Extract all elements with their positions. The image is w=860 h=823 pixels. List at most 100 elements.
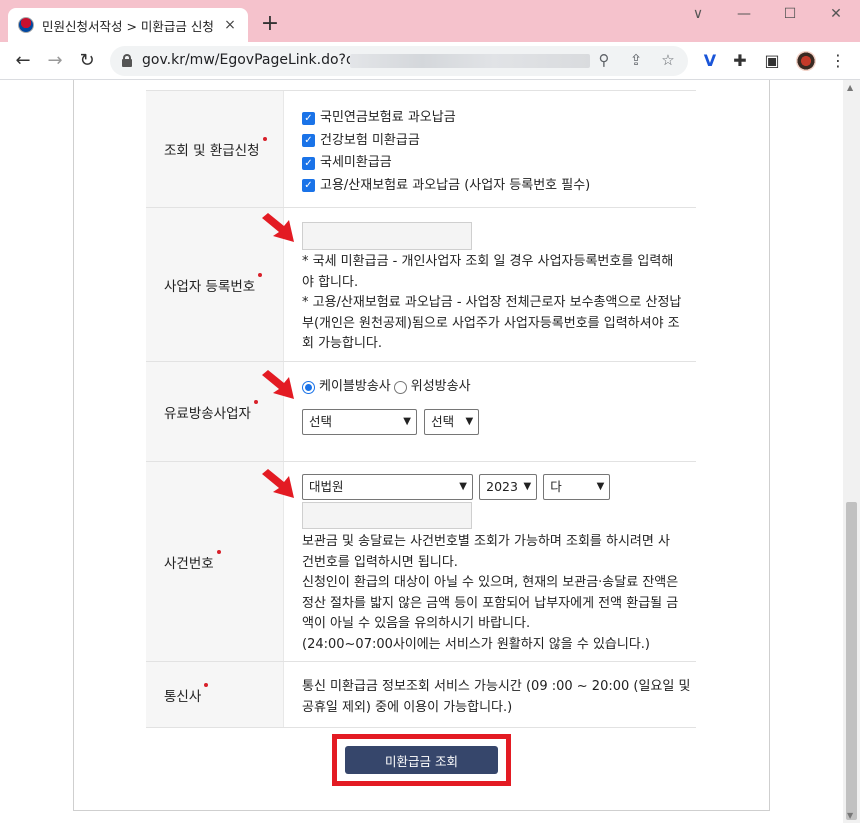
checkbox-option[interactable]: ✓ 건강보험 미환급금 (302, 130, 696, 153)
note-line: 신청인이 환급의 대상이 아닐 수 있으며, 현재의 보관금·송달료 잔액은 (302, 575, 679, 590)
check-icon[interactable]: ✓ (302, 111, 315, 125)
note-line: 회 가능합니다. (302, 336, 383, 351)
reload-icon[interactable]: ↻ (76, 50, 98, 72)
checkbox-label: 국세미환급금 (320, 155, 392, 170)
required-dot (253, 399, 258, 404)
required-dot (216, 549, 221, 554)
row-telecom: 통신사 통신 미환급금 정보조회 서비스 가능시간 (09 :00 ~ 20:0… (146, 662, 696, 728)
annotation-arrow-icon (262, 370, 294, 399)
chevron-down-icon: ▼ (459, 480, 467, 492)
select-value: 다 (550, 478, 562, 494)
case-number-label: 사건번호 (164, 555, 214, 572)
scroll-up-icon[interactable]: ▲ (847, 83, 853, 92)
year-select[interactable]: 2023 ▼ (479, 474, 538, 500)
select-value: 대법원 (309, 478, 344, 494)
note-line: 액이 아닐 수 있음을 유의하시기 바랍니다. (302, 616, 531, 631)
select-value: 2023 (486, 478, 518, 494)
minimize-button[interactable]: — (732, 6, 756, 22)
page-viewport: 조회 및 환급신청 ✓ 국민연금보험료 과오납금 ✓ 건강보험 미환급금 ✓ 국… (0, 80, 843, 823)
court-select[interactable]: 대법원 ▼ (302, 474, 473, 500)
case-type-select[interactable]: 다 ▼ (543, 474, 611, 500)
checkbox-label: 국민연금보험료 과오납금 (320, 110, 456, 125)
chevron-down-icon: ▼ (403, 415, 411, 427)
refund-lookup-button[interactable]: 미환급금 조회 (345, 746, 498, 774)
close-window-button[interactable]: ✕ (824, 6, 848, 22)
note-line: * 국세 미환급금 - 개인사업자 조회 일 경우 사업자등록번호를 입력해 (302, 254, 674, 269)
back-arrow-icon[interactable]: ← (12, 50, 34, 72)
side-panel-icon[interactable]: ▣ (762, 51, 782, 70)
broadcaster-select-1[interactable]: 선택 ▼ (302, 409, 417, 435)
note-line: * 고용/산재보험료 과오납금 - 사업장 전체근로자 보수총액으로 산정납 (302, 295, 682, 310)
address-bar[interactable]: gov.kr/mw/EgovPageLink.do?q= ⚲ ⇪ ☆ (110, 46, 688, 76)
annotation-arrow-icon (262, 469, 294, 498)
select-value: 선택 (309, 413, 333, 429)
note-line: (24:00~07:00사이에는 서비스가 원활하지 않을 수 있습니다.) (302, 636, 650, 652)
url-text[interactable]: gov.kr/mw/EgovPageLink.do?q= (142, 52, 367, 68)
row-label: 통신사 (146, 662, 284, 727)
row-business-number: 사업자 등록번호 * 국세 미환급금 - 개인사업자 조회 일 경우 사업자등록… (146, 208, 696, 362)
checkbox-option[interactable]: ✓ 국민연금보험료 과오납금 (302, 107, 696, 130)
cable-radio[interactable] (302, 380, 315, 394)
forward-arrow-icon[interactable]: → (44, 50, 66, 72)
gov-favicon-icon (18, 17, 34, 33)
note-line: 건번호를 입력하시면 됩니다. (302, 554, 458, 570)
case-number-input[interactable] (302, 502, 472, 529)
business-number-content: * 국세 미환급금 - 개인사업자 조회 일 경우 사업자등록번호를 입력해 야… (302, 208, 696, 361)
puzzle-icon[interactable]: ✚ (730, 51, 750, 70)
case-number-content: 대법원 ▼ 2023 ▼ 다 ▼ 보관금 및 송달료는 사건번호별 조회가 가능하며 … (302, 462, 696, 661)
checkbox-option[interactable]: ✓ 국세미환급금 (302, 152, 696, 175)
check-icon[interactable]: ✓ (302, 134, 315, 148)
radio-label[interactable]: 케이블방송사 (319, 377, 391, 398)
check-icon[interactable]: ✓ (302, 156, 315, 170)
refund-request-label: 조회 및 환급신청 (164, 143, 260, 159)
broadcaster-select-2[interactable]: 선택 ▼ (424, 409, 480, 435)
browser-tab[interactable]: 민원신청서작성 > 미환급금 신청 × (8, 8, 248, 42)
menu-icon[interactable]: ⋮ (828, 51, 848, 70)
business-number-input[interactable] (302, 222, 472, 250)
row-case-number: 사건번호 대법원 ▼ 2023 ▼ 다 ▼ 보관금 및 송달료는 사건번호별 조회가 … (146, 462, 696, 662)
broadcaster-radio-group: 케이블방송사 위성방송사 (302, 377, 696, 397)
scroll-down-icon[interactable]: ▼ (847, 811, 853, 820)
note-line: 정산 절차를 밟지 않은 금액 등이 포함되어 납부자에게 전액 환급될 금 (302, 595, 679, 611)
broadcaster-selects: 선택 ▼ 선택 ▼ (302, 409, 696, 435)
radio-label[interactable]: 위성방송사 (411, 377, 471, 398)
new-tab-button[interactable]: + (258, 12, 282, 36)
checkbox-label: 건강보험 미환급금 (320, 132, 420, 148)
satellite-radio[interactable] (393, 380, 407, 394)
annotation-arrow-icon (262, 213, 294, 242)
maximize-button[interactable]: ☐ (778, 6, 802, 22)
note-line: 보관금 및 송달료는 사건번호별 조회가 가능하며 조회를 하시려면 사 (302, 534, 670, 549)
required-dot (204, 682, 209, 687)
lock-icon[interactable] (122, 54, 132, 67)
checkbox-option[interactable]: ✓ 고용/산재보험료 과오납금 (사업자 등록번호 필수) (302, 175, 696, 198)
broadcaster-label: 유료방송사업자 (164, 405, 251, 422)
tab-search-chevron-icon[interactable]: ∨ (686, 6, 710, 22)
zoom-icon[interactable]: ⚲ (594, 51, 614, 69)
select-value: 선택 (431, 413, 455, 429)
scroll-thumb[interactable] (846, 502, 857, 820)
row-broadcaster: 유료방송사업자 케이블방송사 위성방송사 선택 ▼ 선택 ▼ (146, 362, 696, 462)
tab-strip: 민원신청서작성 > 미환급금 신청 × + ∨ — ☐ ✕ (0, 0, 860, 42)
case-selects: 대법원 ▼ 2023 ▼ 다 ▼ (302, 474, 696, 500)
check-icon[interactable]: ✓ (302, 179, 315, 193)
profile-avatar[interactable] (796, 51, 816, 71)
note-line: 통신 미환급금 정보조회 서비스 가능시간 (09 :00 ~ 20:00 (일… (302, 679, 691, 694)
telecom-label: 통신사 (164, 688, 202, 705)
tab-close-icon[interactable]: × (222, 17, 238, 33)
vpn-extension-icon[interactable]: V (700, 51, 720, 70)
note-line: 공휴일 제외) 중에 이용이 가능합니다.) (302, 699, 513, 715)
required-dot (258, 272, 263, 277)
star-icon[interactable]: ☆ (658, 51, 678, 69)
row-label: 조회 및 환급신청 (146, 91, 284, 207)
business-number-label: 사업자 등록번호 (164, 278, 256, 295)
note-line: 부(개인은 원천공제)됨으로 사업주가 사업자등록번호를 입력하셔야 조 (302, 315, 680, 331)
url-redacted-query (350, 54, 590, 68)
required-dot (262, 137, 267, 141)
chevron-down-icon: ▼ (523, 480, 532, 492)
row-refund-request: 조회 및 환급신청 ✓ 국민연금보험료 과오납금 ✓ 건강보험 미환급금 ✓ 국… (146, 90, 696, 208)
chevron-down-icon: ▼ (465, 415, 474, 427)
tab-title: 민원신청서작성 > 미환급금 신청 (42, 18, 214, 34)
vertical-scrollbar[interactable]: ▲ ▼ (843, 80, 860, 823)
note-line: 야 합니다. (302, 274, 359, 290)
share-icon[interactable]: ⇪ (626, 51, 646, 69)
